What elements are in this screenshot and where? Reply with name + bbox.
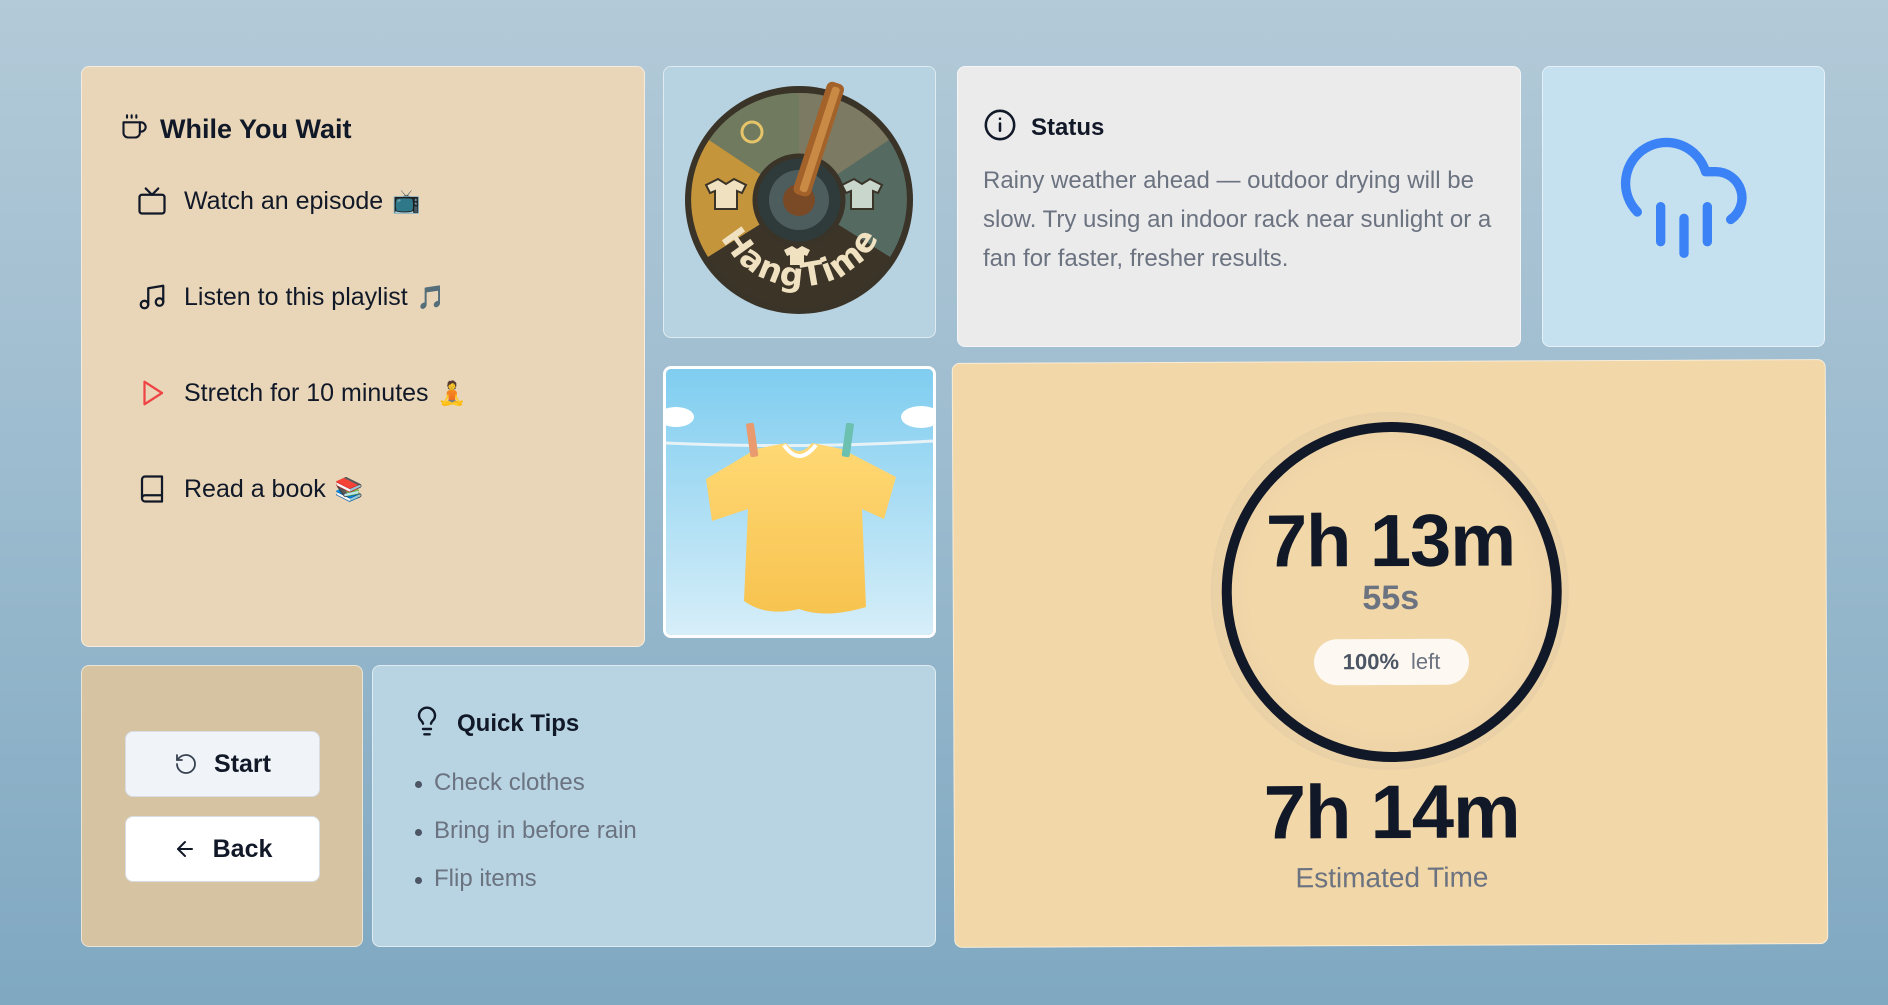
status-message: Rainy weather ahead — outdoor drying wil… bbox=[983, 167, 1492, 272]
wait-item-stretch[interactable]: Stretch for 10 minutes 🧘 bbox=[136, 377, 466, 409]
wait-item-label: Stretch for 10 minutes bbox=[184, 378, 429, 407]
while-you-wait-title: While You Wait bbox=[160, 114, 352, 144]
percent-left-label: left bbox=[1410, 648, 1441, 674]
status-card: Status Rainy weather ahead — outdoor dry… bbox=[957, 66, 1521, 347]
tip-item: Check clothes bbox=[415, 759, 637, 807]
logo-card: HangTime bbox=[663, 66, 936, 338]
while-you-wait-card: While You Wait Watch an episode 📺 Listen… bbox=[81, 66, 645, 647]
quick-tips-title: Quick Tips bbox=[457, 709, 580, 737]
wait-item-book[interactable]: Read a book 📚 bbox=[136, 473, 363, 505]
wait-item-playlist[interactable]: Listen to this playlist 🎵 bbox=[136, 281, 445, 313]
tv-icon bbox=[136, 185, 168, 217]
wait-item-episode[interactable]: Watch an episode 📺 bbox=[136, 185, 421, 217]
tv-emoji: 📺 bbox=[392, 188, 421, 215]
music-emoji: 🎵 bbox=[416, 284, 446, 311]
info-icon bbox=[983, 108, 1017, 147]
arrow-left-icon bbox=[173, 837, 197, 861]
back-button[interactable]: Back bbox=[125, 816, 320, 882]
lightbulb-icon bbox=[411, 704, 443, 743]
remaining-time: 7h 13m bbox=[1265, 498, 1516, 583]
start-button[interactable]: Start bbox=[125, 731, 320, 797]
estimated-time-label: Estimated Time bbox=[1295, 861, 1489, 894]
restart-icon bbox=[174, 752, 198, 776]
book-icon bbox=[136, 473, 168, 505]
coffee-cup-icon bbox=[120, 113, 148, 146]
hangtime-logo: HangTime bbox=[685, 81, 913, 314]
estimated-time: 7h 14m bbox=[1263, 769, 1520, 856]
status-header: Status bbox=[983, 108, 1104, 147]
wait-item-label: Read a book bbox=[184, 474, 326, 503]
controls-card: Start Back bbox=[81, 665, 363, 947]
tip-item: Flip items bbox=[415, 855, 637, 903]
timer-card: 7h 13m 55s 100% left 7h 14m Estimated Ti… bbox=[951, 359, 1829, 948]
weather-card bbox=[1542, 66, 1825, 347]
play-icon bbox=[136, 377, 168, 409]
rain-cloud-icon bbox=[1614, 125, 1754, 270]
wait-item-label: Listen to this playlist bbox=[184, 282, 408, 311]
quick-tips-header: Quick Tips bbox=[411, 704, 579, 743]
quick-tips-card: Quick Tips Check clothes Bring in before… bbox=[372, 665, 936, 947]
quick-tips-list: Check clothes Bring in before rain Flip … bbox=[415, 759, 637, 903]
wait-item-label: Watch an episode bbox=[184, 186, 384, 215]
percent-left-badge: 100% left bbox=[1313, 638, 1470, 686]
while-you-wait-header: While You Wait bbox=[120, 113, 352, 146]
start-label: Start bbox=[214, 749, 271, 778]
books-emoji: 📚 bbox=[334, 476, 364, 503]
shirt-on-clothesline-image bbox=[666, 369, 933, 635]
back-label: Back bbox=[212, 834, 273, 863]
shirt-image-card bbox=[663, 366, 936, 638]
meditation-emoji: 🧘 bbox=[437, 380, 467, 407]
music-note-icon bbox=[136, 281, 168, 313]
percent-value: 100% bbox=[1342, 648, 1400, 675]
remaining-seconds: 55s bbox=[1362, 578, 1420, 618]
status-title: Status bbox=[1031, 113, 1105, 141]
tip-item: Bring in before rain bbox=[415, 807, 637, 855]
